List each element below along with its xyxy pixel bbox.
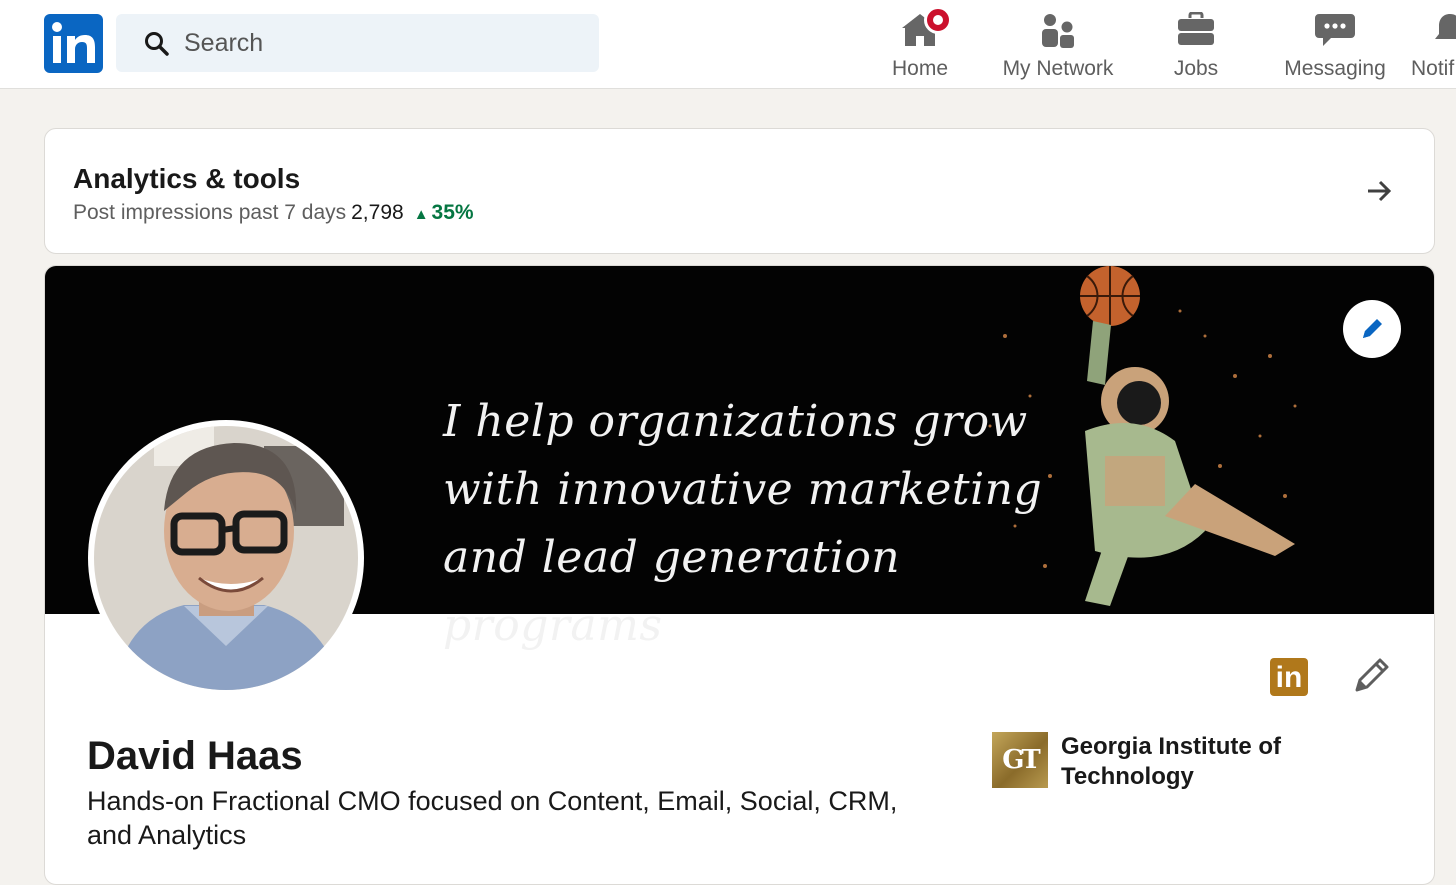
profile-photo[interactable] [88, 420, 364, 696]
premium-linkedin-badge[interactable]: in [1270, 658, 1308, 696]
impressions-label: Post impressions past 7 days [73, 201, 347, 224]
nav-notifications[interactable]: Notif [1410, 6, 1456, 86]
nav-home-label: Home [891, 57, 949, 80]
banner-line: and lead generation programs [443, 532, 901, 651]
banner-line: I help organizations grow [443, 396, 1028, 447]
pencil-icon [1363, 319, 1382, 338]
profile-photo-image [94, 426, 358, 690]
search-icon [145, 32, 169, 56]
nav-messaging-label: Messaging [1284, 57, 1386, 80]
search-input[interactable] [184, 14, 584, 72]
nav-jobs-label: Jobs [1173, 57, 1219, 80]
messaging-icon [1315, 14, 1355, 46]
briefcase-icon [1178, 12, 1214, 45]
trend-up-icon: ▲ [413, 206, 429, 223]
profile-name: David Haas [87, 734, 303, 778]
banner-line: with innovative marketing [443, 464, 1043, 515]
nav-jobs[interactable]: Jobs [1166, 6, 1226, 86]
edit-profile-pencil-icon[interactable] [1351, 656, 1391, 696]
school-logo[interactable]: GT [992, 732, 1048, 788]
impressions-value: 2,798 [351, 201, 404, 224]
linkedin-logo[interactable] [44, 14, 103, 73]
nav-notifications-label: Notif [1411, 57, 1455, 80]
nav-my-network[interactable]: My Network [998, 6, 1118, 86]
impressions-change-value: 35% [431, 201, 474, 224]
linkedin-logo-icon [52, 22, 95, 63]
nav-my-network-label: My Network [1002, 57, 1114, 80]
impressions-change: ▲ 35% [414, 201, 474, 224]
edit-banner-button[interactable] [1343, 300, 1401, 358]
arrow-right-icon[interactable] [1366, 179, 1392, 203]
impressions-summary: Post impressions past 7 days 2,798 ▲ 35% [73, 201, 474, 225]
profile-card: I help organizations grow with innovativ… [44, 265, 1435, 885]
banner-tagline: I help organizations grow with innovativ… [443, 388, 1063, 660]
nav-messaging[interactable]: Messaging [1280, 6, 1390, 86]
analytics-title: Analytics & tools [73, 163, 301, 194]
top-navigation-bar: Home My Network Jobs Messaging [0, 0, 1456, 89]
analytics-card[interactable]: Analytics & tools Post impressions past … [44, 128, 1435, 254]
my-network-icon [1042, 14, 1074, 48]
search-bar[interactable] [116, 14, 599, 72]
nav-home[interactable]: Home [880, 6, 960, 86]
bell-icon [1435, 14, 1456, 39]
profile-headline: Hands-on Fractional CMO focused on Conte… [87, 786, 898, 850]
notification-badge [924, 6, 952, 34]
school-name[interactable]: Georgia Institute of Technology [1061, 732, 1321, 792]
